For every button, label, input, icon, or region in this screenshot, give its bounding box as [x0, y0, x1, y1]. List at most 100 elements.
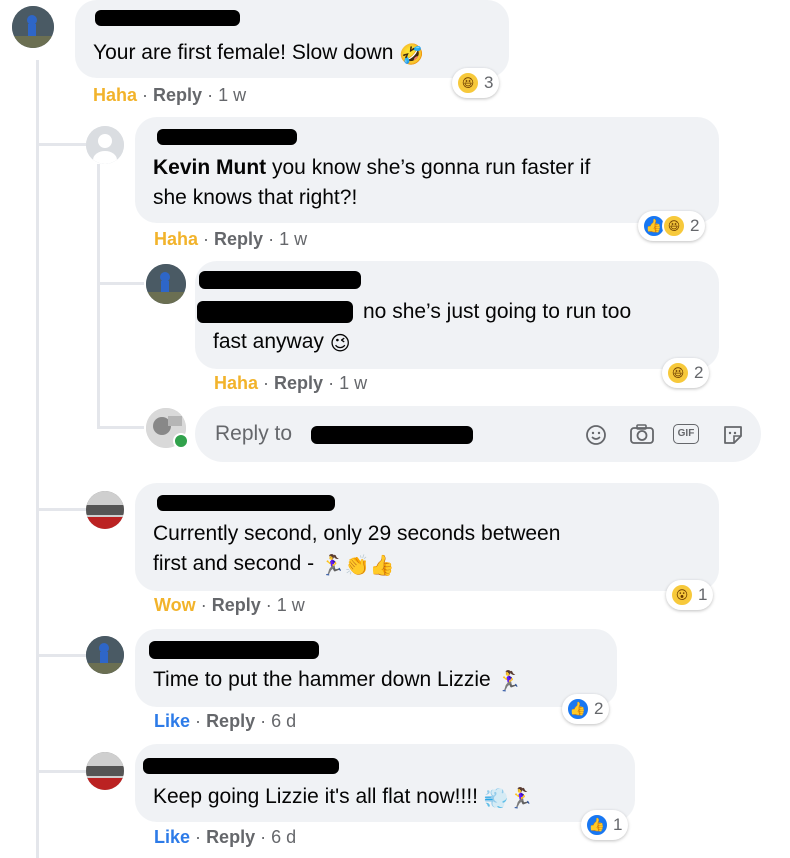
- avatar-placeholder[interactable]: [86, 126, 124, 164]
- reaction-count: 2: [690, 216, 700, 235]
- timestamp[interactable]: 1 w: [218, 85, 246, 105]
- thread-line-branch-5: [36, 654, 86, 657]
- separator: ·: [263, 373, 270, 393]
- avatar[interactable]: [86, 491, 124, 529]
- avatar-runner-photo: [86, 636, 124, 674]
- thread-line-branch-3: [97, 426, 144, 429]
- camera-icon[interactable]: [629, 423, 655, 445]
- comment-bubble: Currently second, only 29 seconds betwee…: [135, 483, 719, 591]
- reaction-summary[interactable]: 👍 1: [581, 810, 629, 840]
- thread-line-branch-2: [97, 282, 144, 285]
- separator: ·: [203, 229, 210, 249]
- separator: ·: [268, 229, 275, 249]
- online-status-dot: [173, 433, 189, 449]
- reply-button[interactable]: Reply: [214, 229, 263, 249]
- comment-actions: Wow · Reply · 1 w: [154, 595, 305, 616]
- avatar[interactable]: [86, 636, 124, 674]
- timestamp[interactable]: 1 w: [277, 595, 305, 615]
- runner-emoji-icon: 🏃‍♀️: [496, 671, 522, 693]
- like-icon: 👍: [566, 697, 590, 721]
- redacted-author-name: [95, 10, 240, 26]
- comment-bubble: no she’s just going to run too fast anyw…: [195, 261, 719, 369]
- reply-button[interactable]: Reply: [153, 85, 202, 105]
- comment-text-line-2: fast anyway 😉: [213, 327, 351, 359]
- thread-line-branch-6: [36, 770, 86, 773]
- redacted-author-name: [199, 271, 361, 289]
- reply-button[interactable]: Reply: [206, 711, 255, 731]
- comment-actions: Haha · Reply · 1 w: [154, 229, 307, 250]
- comment-bubble: Time to put the hammer down Lizzie 🏃‍♀️: [135, 629, 617, 707]
- timestamp[interactable]: 1 w: [279, 229, 307, 249]
- reaction-count: 3: [484, 73, 494, 92]
- reply-button[interactable]: Reply: [212, 595, 261, 615]
- clap-emoji-icon: 👏: [344, 555, 370, 577]
- haha-icon: 😆: [666, 361, 690, 385]
- runner-emoji-icon: 🏃‍♀️: [319, 555, 345, 577]
- comment-text-line-2: first and second - 🏃‍♀️👏👍: [153, 549, 395, 581]
- dash-emoji-icon: 💨: [483, 788, 509, 810]
- haha-icon: 😆: [456, 71, 480, 95]
- thread-line-branch-1: [36, 143, 86, 146]
- redacted-author-name: [143, 758, 339, 774]
- comment-text: Keep going Lizzie it's all flat now!!!! …: [153, 782, 534, 814]
- like-button[interactable]: Like: [154, 711, 190, 731]
- comment-text: Time to put the hammer down Lizzie 🏃‍♀️: [153, 665, 521, 697]
- avatar[interactable]: [146, 264, 186, 304]
- thread-line-nested: [97, 164, 100, 428]
- redacted-author-name: [149, 641, 319, 659]
- redacted-author-name: [157, 129, 297, 145]
- comment-bubble: Keep going Lizzie it's all flat now!!!! …: [135, 744, 635, 822]
- comment-text: Your are first female! Slow down 🤣: [93, 38, 424, 70]
- avatar[interactable]: [12, 6, 54, 48]
- redacted-author-name: [157, 495, 335, 511]
- reaction-button[interactable]: Haha: [154, 229, 198, 249]
- separator: ·: [142, 85, 149, 105]
- reply-placeholder: Reply to: [215, 422, 293, 445]
- redacted-mention: [197, 301, 353, 323]
- reaction-summary[interactable]: 👍 😆 2: [638, 211, 706, 241]
- comment-actions: Haha · Reply · 1 w: [93, 85, 246, 106]
- redacted-recipient-name: [311, 426, 473, 444]
- comment-actions: Like · Reply · 6 d: [154, 711, 296, 732]
- comment-text-line-2: she knows that right?!: [153, 186, 358, 209]
- reaction-button[interactable]: Wow: [154, 595, 196, 615]
- thread-line-branch-4: [36, 508, 86, 511]
- reply-button[interactable]: Reply: [274, 373, 323, 393]
- reaction-count: 1: [698, 585, 708, 604]
- sticker-icon[interactable]: [721, 423, 745, 447]
- timestamp[interactable]: 6 d: [271, 827, 296, 847]
- comment-actions: Like · Reply · 6 d: [154, 827, 296, 848]
- gif-icon[interactable]: GIF: [673, 424, 699, 444]
- comment-text: Kevin Munt you know she’s gonna run fast…: [153, 156, 591, 179]
- separator: ·: [260, 711, 267, 731]
- haha-icon: 😆: [662, 214, 686, 238]
- like-button[interactable]: Like: [154, 827, 190, 847]
- comment-text: Currently second, only 29 seconds betwee…: [153, 522, 561, 545]
- mention-link[interactable]: Kevin Munt: [153, 156, 266, 179]
- reaction-summary[interactable]: 👍 2: [562, 694, 610, 724]
- avatar-runner-photo: [146, 264, 186, 304]
- comment-bubble: Kevin Munt you know she’s gonna run fast…: [135, 117, 719, 223]
- avatar[interactable]: [86, 752, 124, 790]
- separator: ·: [260, 827, 267, 847]
- emoji-icon[interactable]: [585, 424, 607, 446]
- reaction-summary[interactable]: 😆 2: [662, 358, 710, 388]
- reply-button[interactable]: Reply: [206, 827, 255, 847]
- reaction-count: 1: [613, 815, 623, 834]
- separator: ·: [328, 373, 335, 393]
- avatar-runner-photo: [12, 6, 54, 48]
- reaction-summary[interactable]: 😆 3: [452, 68, 500, 98]
- timestamp[interactable]: 1 w: [339, 373, 367, 393]
- reaction-count: 2: [594, 699, 604, 718]
- comment-actions: Haha · Reply · 1 w: [214, 373, 367, 394]
- rofl-emoji-icon: 🤣: [399, 44, 425, 66]
- separator: ·: [195, 827, 202, 847]
- reaction-button[interactable]: Haha: [93, 85, 137, 105]
- avatar-photo: [86, 752, 124, 790]
- timestamp[interactable]: 6 d: [271, 711, 296, 731]
- wink-emoji-icon: 😉: [329, 333, 351, 355]
- reaction-summary[interactable]: 😮 1: [666, 580, 714, 610]
- reaction-button[interactable]: Haha: [214, 373, 258, 393]
- reply-input[interactable]: Reply to GIF: [195, 406, 761, 462]
- avatar-photo: [86, 491, 124, 529]
